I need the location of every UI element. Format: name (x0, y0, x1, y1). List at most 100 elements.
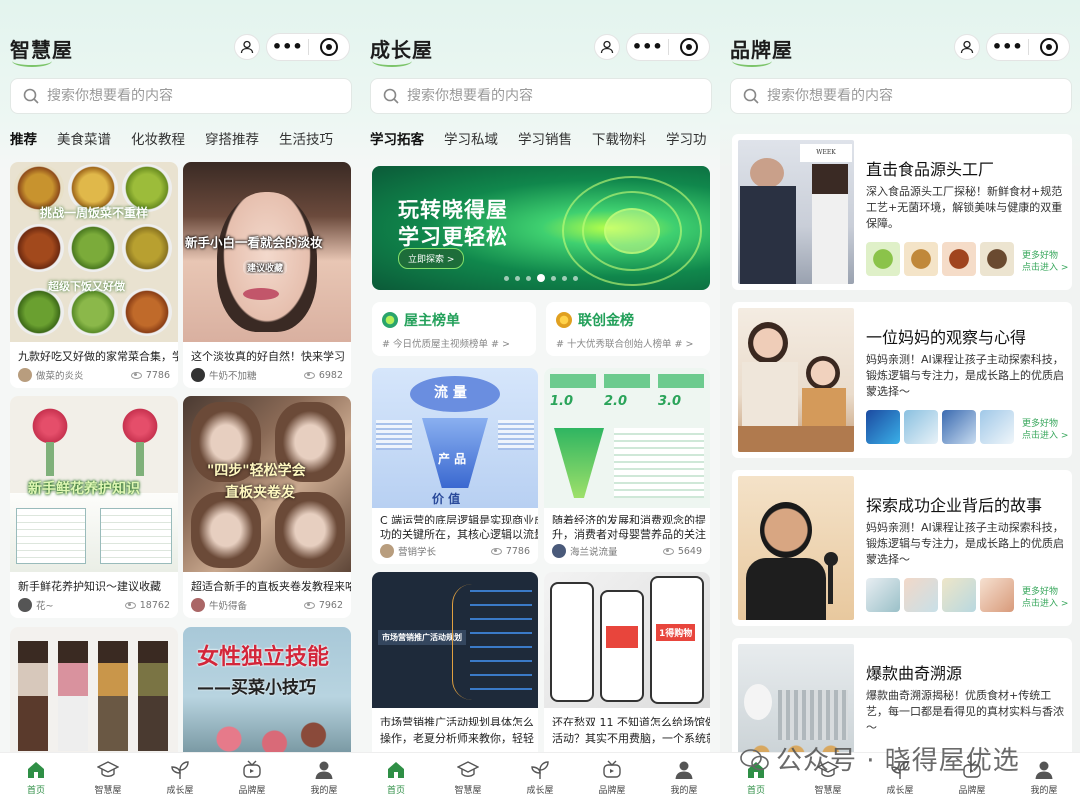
feed-card[interactable]: 市场营销推广活动规划 市场营销推广活动规划具体怎么 操作，老夏分析师来教你，轻轻 (372, 572, 538, 767)
tabbar-mine[interactable]: 我的屋 (1014, 759, 1074, 796)
search-bar[interactable] (730, 78, 1072, 114)
card-title-line2: 活动？其实不用费脑，一个系统就 (552, 732, 710, 744)
tabbar-growth[interactable]: 成长屋 (510, 759, 570, 796)
tab-life-tips[interactable]: 生活技巧 (279, 128, 333, 152)
person-icon (313, 759, 335, 781)
card-title: 超适合新手的直板夹卷发教程来咯 (191, 580, 351, 593)
brand-story-card[interactable]: WEEK 直击食品源头工厂 深入食品源头工厂探秘！新鲜食材+规范工艺+无菌环境，… (732, 134, 1072, 290)
promo-banner[interactable]: 玩转晓得屋 学习更轻松 立即探索 > (372, 166, 710, 290)
user-icon[interactable] (234, 34, 260, 60)
tab-learn-acquisition[interactable]: 学习拓客 (370, 128, 424, 152)
feed-card[interactable] (10, 627, 178, 767)
more-icon[interactable]: ••• (627, 37, 668, 57)
more-icon[interactable]: ••• (267, 37, 308, 57)
tab-food[interactable]: 美食菜谱 (57, 128, 111, 152)
feed-card[interactable]: "四步"轻松学会 直板夹卷发 超适合新手的直板夹卷发教程来咯 牛奶得备 7962 (183, 396, 351, 618)
feed-card[interactable]: 女性独立技能 ——买菜小技巧 (183, 627, 351, 767)
tabbar-growth[interactable]: 成长屋 (150, 759, 210, 796)
banner-title: 玩转晓得屋 (398, 198, 508, 222)
tabbar-brand[interactable]: 品牌屋 (222, 759, 282, 796)
title-bar: 智慧屋 ••• (10, 28, 350, 68)
eye-icon (490, 547, 502, 555)
mind-map-image: 市场营销推广活动规划 (372, 572, 538, 708)
tabbar-brand[interactable]: 品牌屋 (582, 759, 642, 796)
tabbar-label: 首页 (386, 786, 405, 796)
brand-story-card[interactable]: 探索成功企业背后的故事 妈妈亲测！AI课程让孩子主动探索科技，锻炼逻辑与专注力，… (732, 470, 1072, 626)
search-input[interactable] (47, 88, 327, 104)
image-caption: 挑战一周饭菜不重样 (40, 206, 149, 220)
user-icon[interactable] (594, 34, 620, 60)
more-products-link[interactable]: 更多好物 点击进入 > (1022, 418, 1068, 442)
search-bar[interactable] (370, 78, 712, 114)
tabbar-mine[interactable]: 我的屋 (294, 759, 354, 796)
brand-title: 爆款曲奇溯源 (866, 664, 963, 683)
close-target-icon[interactable] (668, 38, 709, 56)
feed-card[interactable]: 挑战一周饭菜不重样 超级下饭又好做 九款好吃又好做的家常菜合集，学 做菜的炎炎 7… (10, 162, 178, 388)
sprout-icon (169, 759, 191, 781)
title-bar: 成长屋 ••• (370, 28, 710, 68)
makeup-portrait-image: 新手小白一看就会的淡妆 建议收藏 (183, 162, 351, 342)
home-icon (385, 759, 407, 781)
tabbar-label: 品牌屋 (958, 786, 986, 796)
search-icon (383, 88, 399, 104)
feed-card[interactable]: 流 量 产 品 价 值 C 端运营的底层逻辑是实现商业成 功的关键所在，其核心逻… (372, 368, 538, 564)
tabbar-mine[interactable]: 我的屋 (654, 759, 714, 796)
tabbar-label: 智慧屋 (454, 786, 482, 796)
tab-learn-more[interactable]: 学习功 (666, 128, 707, 152)
factory-interview-image: WEEK (738, 140, 854, 284)
author-name: 牛奶不加糖 (209, 371, 257, 382)
carousel-indicator (372, 274, 710, 282)
close-target-icon[interactable] (1028, 38, 1069, 56)
tabbar-label: 首页 (26, 786, 45, 796)
tab-learn-private-domain[interactable]: 学习私域 (444, 128, 498, 152)
brand-description: 深入食品源头工厂探秘！新鲜食材+规范工艺+无菌环境，解锁美味与健康的双重保障。 (866, 185, 1063, 230)
card-title: 九款好吃又好做的家常菜合集，学 (18, 350, 178, 363)
cofounder-ranking-card[interactable]: 联创金榜 # 十大优秀联合创始人榜单 # > (546, 302, 710, 356)
tab-recommend[interactable]: 推荐 (10, 128, 37, 152)
home-icon (25, 759, 47, 781)
rank-title: 屋主榜单 (404, 313, 460, 329)
card-title: 还在愁双 11 不知道怎么给场馆做 (552, 716, 710, 726)
search-input[interactable] (767, 88, 1047, 104)
card-title: 市场营销推广活动规划具体怎么 (380, 716, 534, 726)
tabbar-home[interactable]: 首页 (6, 759, 66, 796)
close-target-icon[interactable] (308, 38, 349, 56)
tabbar-label: 智慧屋 (94, 786, 122, 796)
tabbar-wisdom[interactable]: 智慧屋 (78, 759, 138, 796)
more-products-link[interactable]: 更多好物 点击进入 > (1022, 250, 1068, 274)
feed-card[interactable]: 1得购物 还在愁双 11 不知道怎么给场馆做 活动？其实不用费脑，一个系统就 (544, 572, 710, 767)
wechat-icon (740, 749, 769, 771)
search-bar[interactable] (10, 78, 352, 114)
search-input[interactable] (407, 88, 687, 104)
avatar (18, 368, 32, 382)
sprout-icon (529, 759, 551, 781)
brand-story-card[interactable]: 一位妈妈的观察与心得 妈妈亲测！AI课程让孩子主动探索科技，锻炼逻辑与专注力，是… (732, 302, 1072, 458)
tab-makeup[interactable]: 化妆教程 (131, 128, 185, 152)
card-title-line2: 功的关键所在，其核心逻辑以流量 (380, 528, 538, 540)
user-icon[interactable] (954, 34, 980, 60)
card-title: C 端运营的底层逻辑是实现商业成 (380, 514, 538, 524)
author-name: 做菜的炎炎 (36, 371, 84, 382)
feed-card[interactable]: 1.0 2.0 3.0 随着经济的发展和消费观念的提 升，消费者对母婴营养品的关… (544, 368, 710, 564)
owner-ranking-card[interactable]: 屋主榜单 # 今日优质屋主视频榜单 # > (372, 302, 536, 356)
tabbar-home[interactable]: 首页 (366, 759, 426, 796)
search-icon (23, 88, 39, 104)
feed-card[interactable]: 新手鲜花养护知识 新手鲜花养护知识～建议收藏 花~ 18762 (10, 396, 178, 618)
search-icon (743, 88, 759, 104)
more-products-link[interactable]: 更多好物 点击进入 > (1022, 586, 1068, 610)
view-count: 7786 (145, 369, 170, 381)
tab-outfit[interactable]: 穿搭推荐 (205, 128, 259, 152)
tab-download-materials[interactable]: 下载物料 (592, 128, 646, 152)
explore-button[interactable]: 立即探索 > (398, 248, 465, 269)
avatar (380, 544, 394, 558)
more-icon[interactable]: ••• (987, 37, 1028, 57)
image-caption: "四步"轻松学会 (207, 463, 306, 479)
view-count: 7962 (318, 599, 343, 611)
page-title: 品牌屋 (730, 34, 793, 67)
page-title: 智慧屋 (10, 34, 73, 67)
eye-icon (303, 601, 315, 609)
tab-learn-sales[interactable]: 学习销售 (518, 128, 572, 152)
tv-icon (601, 759, 623, 781)
feed-card[interactable]: 新手小白一看就会的淡妆 建议收藏 这个淡妆真的好自然！快来学习 牛奶不加糖 698… (183, 162, 351, 388)
tabbar-wisdom[interactable]: 智慧屋 (438, 759, 498, 796)
